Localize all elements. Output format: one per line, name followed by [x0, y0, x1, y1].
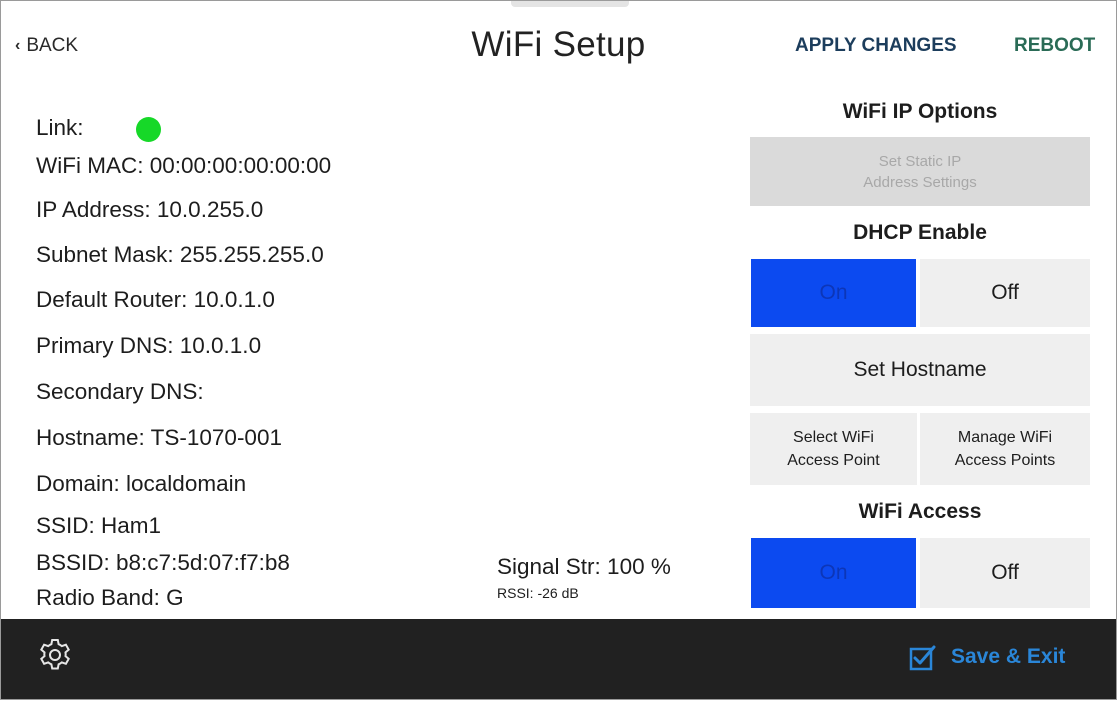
signal-info: Signal Str: 100 % RSSI: -26 dB [497, 554, 671, 601]
static-ip-line1: Set Static IP [878, 152, 962, 170]
manage-ap-line1: Manage WiFi [957, 429, 1053, 446]
default-router: Default Router: 10.0.1.0 [36, 287, 275, 312]
set-static-ip-button[interactable]: Set Static IP Address Settings [750, 137, 1090, 206]
link-row: Link: [36, 115, 84, 141]
wifi-access-on-toggle[interactable]: On [751, 538, 916, 608]
radio-band: Radio Band: G [36, 585, 184, 610]
set-hostname-button[interactable]: Set Hostname [750, 334, 1090, 406]
bssid: BSSID: b8:c7:5d:07:f7:b8 [36, 550, 290, 575]
hostname: Hostname: TS-1070-001 [36, 425, 282, 450]
secondary-dns: Secondary DNS: [36, 379, 204, 404]
footer-bar: Save & Exit [1, 619, 1116, 699]
wifi-setup-screen: ‹ BACK WiFi Setup APPLY CHANGES REBOOT L… [0, 0, 1117, 700]
primary-dns: Primary DNS: 10.0.1.0 [36, 333, 262, 358]
manage-ap-line2: Access Points [954, 452, 1056, 469]
checkbox-icon [909, 645, 936, 671]
ssid: SSID: Ham1 [36, 513, 162, 538]
ip-address: IP Address: 10.0.255.0 [36, 197, 264, 222]
select-wifi-access-point-button[interactable]: Select WiFi Access Point [750, 413, 917, 485]
save-exit-label: Save & Exit [951, 645, 1066, 668]
link-label: Link: [36, 115, 84, 140]
wifi-ip-options-heading: WiFi IP Options [842, 100, 998, 123]
wifi-mac: WiFi MAC: 00:00:00:00:00:00 [36, 153, 332, 178]
save-exit-button[interactable]: Save & Exit [909, 643, 1065, 671]
subnet-mask: Subnet Mask: 255.255.255.0 [36, 242, 324, 267]
select-ap-line1: Select WiFi [793, 429, 874, 446]
dhcp-on-toggle[interactable]: On [751, 259, 916, 327]
gear-icon[interactable] [37, 637, 73, 673]
static-ip-line2: Address Settings [863, 173, 977, 191]
wifi-access-heading: WiFi Access [858, 500, 982, 523]
reboot-button[interactable]: REBOOT [1014, 35, 1095, 57]
header-bar: ‹ BACK WiFi Setup APPLY CHANGES REBOOT [1, 1, 1116, 91]
domain: Domain: localdomain [36, 471, 247, 496]
dhcp-enable-heading: DHCP Enable [853, 221, 987, 244]
signal-strength: Signal Str: 100 % [497, 554, 671, 579]
dhcp-off-toggle[interactable]: Off [920, 259, 1090, 327]
manage-wifi-access-points-button[interactable]: Manage WiFi Access Points [920, 413, 1090, 485]
apply-changes-button[interactable]: APPLY CHANGES [795, 35, 957, 57]
rssi-value: RSSI: -26 dB [497, 585, 579, 601]
select-ap-line2: Access Point [787, 452, 880, 469]
link-status-indicator [136, 117, 161, 142]
wifi-access-off-toggle[interactable]: Off [920, 538, 1090, 608]
